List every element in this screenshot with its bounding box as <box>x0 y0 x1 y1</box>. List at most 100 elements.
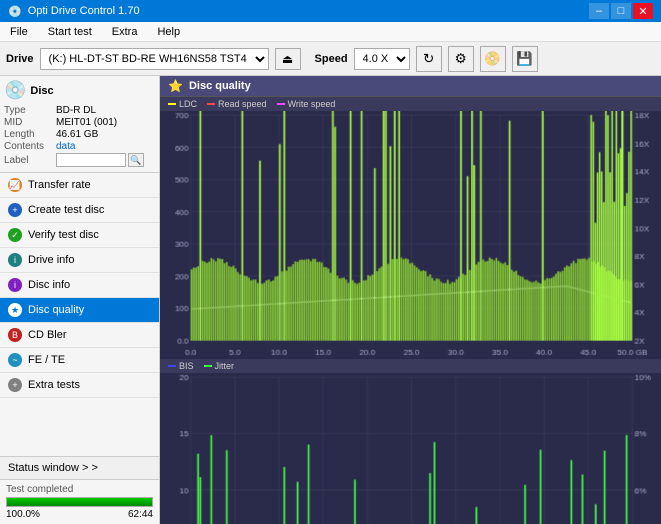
extra-tests-label: Extra tests <box>28 379 80 391</box>
drive-info-label: Drive info <box>28 254 74 266</box>
bis-chart-container: BIS Jitter <box>160 359 661 524</box>
disc-quality-icon: ★ <box>8 303 22 317</box>
ldc-legend-dot <box>168 103 176 105</box>
speed-select[interactable]: 4.0 X <box>354 48 410 70</box>
fe-te-icon: ~ <box>8 353 22 367</box>
ldc-legend-label: LDC <box>179 99 197 109</box>
menu-bar: File Start test Extra Help <box>0 22 661 42</box>
write-speed-legend-label: Write speed <box>288 99 336 109</box>
disc-contents-label: Contents <box>4 141 56 152</box>
bis-legend-label: BIS <box>179 361 194 371</box>
disc-label-button[interactable]: 🔍 <box>128 153 144 167</box>
sidebar-item-extra-tests[interactable]: + Extra tests <box>0 373 159 398</box>
eject-button[interactable]: ⏏ <box>275 48 301 70</box>
ldc-chart <box>160 111 661 359</box>
maximize-button[interactable]: □ <box>611 3 631 19</box>
sidebar-item-verify-test-disc[interactable]: ✓ Verify test disc <box>0 223 159 248</box>
menu-help[interactable]: Help <box>151 24 186 40</box>
disc-mid-value: MEIT01 (001) <box>56 117 117 128</box>
write-speed-legend-dot <box>277 103 285 105</box>
menu-extra[interactable]: Extra <box>106 24 144 40</box>
media-button[interactable]: 📀 <box>480 46 506 72</box>
title-bar-controls: – □ ✕ <box>589 3 653 19</box>
fe-te-label: FE / TE <box>28 354 65 366</box>
close-button[interactable]: ✕ <box>633 3 653 19</box>
disc-quality-panel: ⭐ Disc quality LDC Read speed <box>160 76 661 524</box>
disc-label-row: Label 🔍 <box>4 153 155 167</box>
drive-select[interactable]: (K:) HL-DT-ST BD-RE WH16NS58 TST4 <box>40 48 269 70</box>
disc-mid-row: MID MEIT01 (001) <box>4 117 155 128</box>
settings-button[interactable]: ⚙ <box>448 46 474 72</box>
sidebar-item-drive-info[interactable]: i Drive info <box>0 248 159 273</box>
bis-legend-dot <box>168 365 176 367</box>
create-test-disc-label: Create test disc <box>28 204 104 216</box>
title-bar-left: 💿 Opti Drive Control 1.70 <box>8 5 140 18</box>
app-title: Opti Drive Control 1.70 <box>28 5 140 17</box>
drive-info-icon: i <box>8 253 22 267</box>
bis-chart <box>160 373 661 524</box>
chart2-legend: BIS Jitter <box>160 359 661 373</box>
progress-bar-container <box>6 497 153 507</box>
bis-legend: BIS <box>168 361 194 371</box>
disc-type-value: BD-R DL <box>56 105 96 116</box>
main-content: ⭐ Disc quality LDC Read speed <box>160 76 661 524</box>
transfer-rate-label: Transfer rate <box>28 179 91 191</box>
menu-file[interactable]: File <box>4 24 34 40</box>
disc-panel: 💿 Disc Type BD-R DL MID MEIT01 (001) Len… <box>0 76 159 173</box>
disc-section-title: Disc <box>30 85 53 97</box>
refresh-button[interactable]: ↻ <box>416 46 442 72</box>
toolbar: Drive (K:) HL-DT-ST BD-RE WH16NS58 TST4 … <box>0 42 661 76</box>
disc-type-label: Type <box>4 105 56 116</box>
sidebar: 💿 Disc Type BD-R DL MID MEIT01 (001) Len… <box>0 76 160 524</box>
disc-length-label: Length <box>4 129 56 140</box>
nav-items: 📈 Transfer rate + Create test disc ✓ Ver… <box>0 173 159 456</box>
create-test-disc-icon: + <box>8 203 22 217</box>
title-bar: 💿 Opti Drive Control 1.70 – □ ✕ <box>0 0 661 22</box>
status-window-label: Status window > > <box>8 462 98 474</box>
disc-info-icon: i <box>8 278 22 292</box>
sidebar-bottom: Test completed 100.0% 62:44 <box>0 479 159 524</box>
transfer-rate-icon: 📈 <box>8 178 22 192</box>
disc-length-row: Length 46.61 GB <box>4 129 155 140</box>
disc-label-input[interactable] <box>56 153 126 167</box>
ldc-legend: LDC <box>168 99 197 109</box>
main-layout: 💿 Disc Type BD-R DL MID MEIT01 (001) Len… <box>0 76 661 524</box>
progress-row: 100.0% 62:44 <box>6 509 153 520</box>
panel-icon: ⭐ <box>168 79 183 93</box>
speed-label: Speed <box>315 53 348 65</box>
extra-tests-icon: + <box>8 378 22 392</box>
menu-start-test[interactable]: Start test <box>42 24 98 40</box>
panel-title: Disc quality <box>189 80 251 92</box>
progress-percent: 100.0% <box>6 509 40 520</box>
read-speed-legend-dot <box>207 103 215 105</box>
disc-contents-value: data <box>56 141 75 152</box>
disc-icon: 💿 <box>4 80 26 101</box>
sidebar-item-create-test-disc[interactable]: + Create test disc <box>0 198 159 223</box>
jitter-legend-label: Jitter <box>215 361 235 371</box>
panel-header: ⭐ Disc quality <box>160 76 661 97</box>
disc-header: 💿 Disc <box>4 80 155 101</box>
app-icon: 💿 <box>8 5 22 18</box>
progress-bar-fill <box>7 498 152 506</box>
elapsed-time: 62:44 <box>128 509 153 520</box>
sidebar-item-disc-info[interactable]: i Disc info <box>0 273 159 298</box>
sidebar-item-cd-bler[interactable]: B CD Bler <box>0 323 159 348</box>
disc-info-label: Disc info <box>28 279 70 291</box>
save-button[interactable]: 💾 <box>512 46 538 72</box>
write-speed-legend: Write speed <box>277 99 336 109</box>
jitter-legend-dot <box>204 365 212 367</box>
sidebar-item-transfer-rate[interactable]: 📈 Transfer rate <box>0 173 159 198</box>
read-speed-legend-label: Read speed <box>218 99 267 109</box>
cd-bler-label: CD Bler <box>28 329 67 341</box>
disc-contents-row: Contents data <box>4 141 155 152</box>
read-speed-legend: Read speed <box>207 99 267 109</box>
jitter-legend: Jitter <box>204 361 235 371</box>
sidebar-item-fe-te[interactable]: ~ FE / TE <box>0 348 159 373</box>
status-window-button[interactable]: Status window > > <box>0 456 159 479</box>
drive-label: Drive <box>6 53 34 65</box>
disc-label-label: Label <box>4 155 56 166</box>
sidebar-item-disc-quality[interactable]: ★ Disc quality <box>0 298 159 323</box>
charts-area: LDC Read speed Write speed <box>160 97 661 524</box>
cd-bler-icon: B <box>8 328 22 342</box>
minimize-button[interactable]: – <box>589 3 609 19</box>
